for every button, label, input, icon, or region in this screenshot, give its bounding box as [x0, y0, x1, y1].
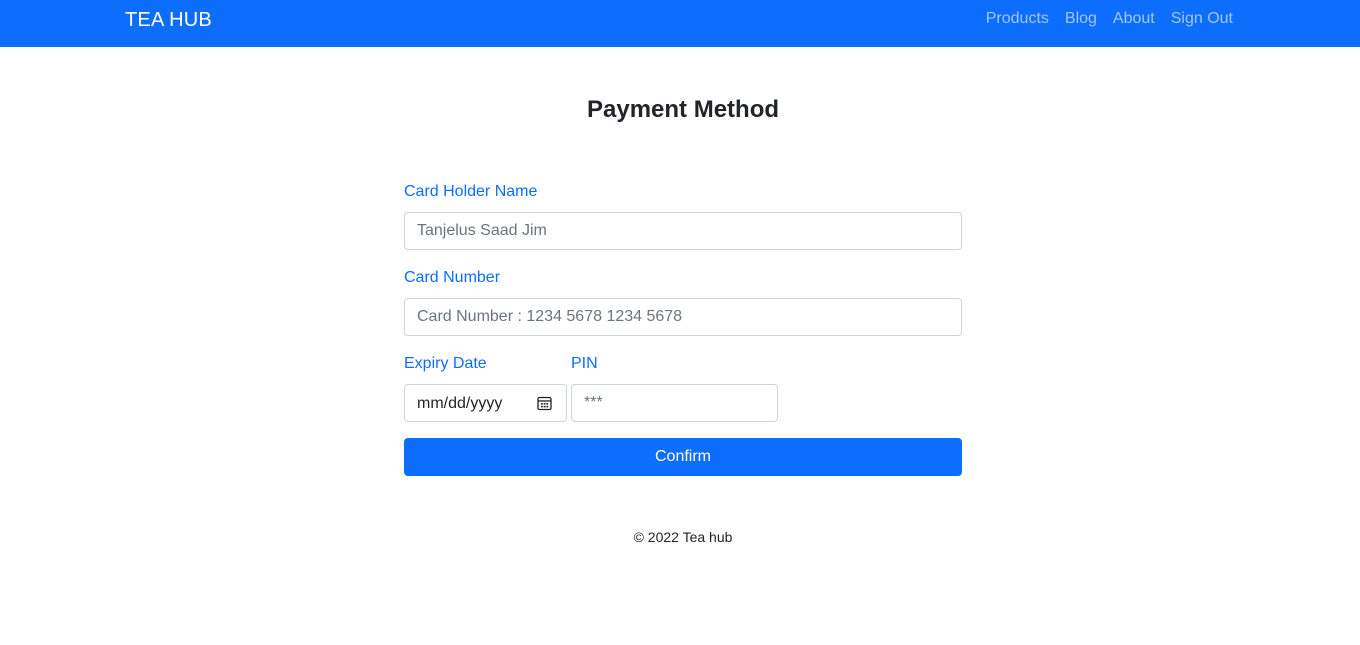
card-holder-label: Card Holder Name	[404, 183, 538, 200]
card-number-label: Card Number	[404, 269, 501, 286]
confirm-button[interactable]: Confirm	[404, 438, 962, 476]
nav-link-about[interactable]: About	[1113, 10, 1155, 28]
expiry-date-label: Expiry Date	[404, 355, 487, 372]
pin-input[interactable]	[571, 384, 778, 422]
calendar-icon[interactable]	[537, 395, 552, 411]
card-number-input[interactable]	[404, 298, 962, 336]
pin-label: PIN	[571, 355, 598, 372]
brand-logo-link[interactable]: TEA HUB	[125, 9, 212, 32]
page-title: Payment Method	[586, 96, 780, 123]
footer-copyright: © 2022 Tea hub	[633, 529, 733, 545]
expiry-date-placeholder: mm/dd/yyyy	[417, 395, 503, 412]
nav-link-blog[interactable]: Blog	[1065, 10, 1097, 28]
nav-link-sign-out[interactable]: Sign Out	[1171, 10, 1233, 28]
nav-links: Products Blog About Sign Out	[986, 10, 1233, 28]
nav-link-products[interactable]: Products	[986, 10, 1049, 28]
top-navbar: TEA HUB Products Blog About Sign Out	[0, 0, 1360, 47]
expiry-date-input[interactable]: mm/dd/yyyy	[404, 384, 567, 422]
card-holder-input[interactable]	[404, 212, 962, 250]
